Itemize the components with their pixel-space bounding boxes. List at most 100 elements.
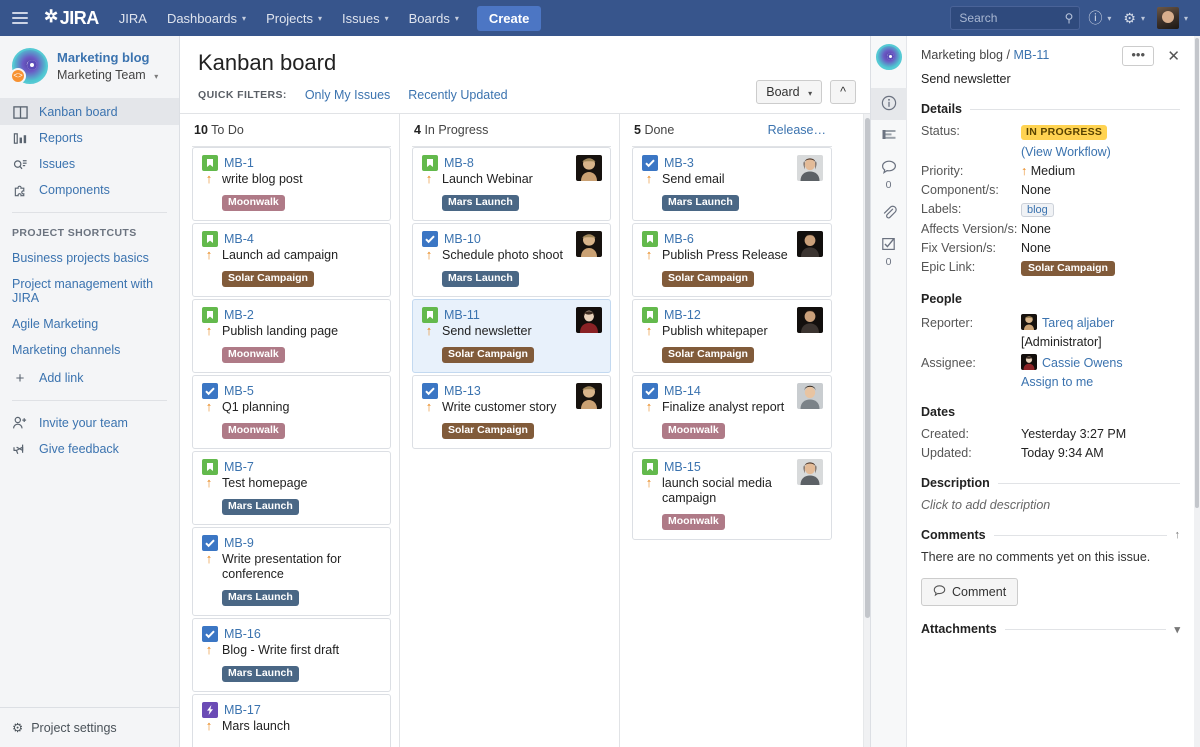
settings-menu-button[interactable]: ⚙ ▾	[1119, 10, 1149, 27]
card-epic-tag[interactable]: Mars Launch	[222, 499, 299, 515]
rail-tab-comments[interactable]: 0	[871, 152, 907, 197]
issue-more-actions-button[interactable]: •••	[1122, 46, 1154, 66]
card-epic-tag[interactable]: Solar Campaign	[222, 271, 314, 287]
card-key[interactable]: MB-10	[444, 232, 481, 246]
board-card[interactable]: MB-3 ↑ Send email Mars Launch	[632, 147, 832, 221]
view-workflow-link[interactable]: (View Workflow)	[1021, 145, 1111, 159]
card-epic-tag[interactable]: Moonwalk	[222, 195, 285, 211]
label-chip[interactable]: blog	[1021, 203, 1054, 217]
assign-to-me-link[interactable]: Assign to me	[1021, 375, 1093, 389]
nav-item-issues[interactable]: Issues ▾	[332, 0, 399, 36]
breadcrumb-project[interactable]: Marketing blog	[921, 48, 1003, 62]
card-key[interactable]: MB-12	[664, 308, 701, 322]
nav-item-boards[interactable]: Boards ▾	[399, 0, 469, 36]
nav-brand-jira[interactable]: JIRA	[109, 0, 157, 36]
release-link[interactable]: Release…	[768, 123, 826, 137]
sidebar-invite-your-team[interactable]: Invite your team	[0, 410, 179, 436]
sidebar-item-kanban-board[interactable]: Kanban board	[0, 99, 179, 125]
sidebar-shortcut-business-projects-basics[interactable]: Business projects basics	[0, 245, 179, 271]
collapse-header-button[interactable]: ^	[830, 80, 856, 104]
card-key[interactable]: MB-8	[444, 156, 474, 170]
board-card[interactable]: MB-1 ↑ write blog post Moonwalk	[192, 147, 391, 221]
board-card[interactable]: MB-4 ↑ Launch ad campaign Solar Campaign	[192, 223, 391, 297]
sidebar-shortcut-agile-marketing[interactable]: Agile Marketing	[0, 311, 179, 337]
board-card[interactable]: MB-2 ↑ Publish landing page Moonwalk	[192, 299, 391, 373]
board-card[interactable]: MB-7 ↑ Test homepage Mars Launch	[192, 451, 391, 525]
card-key[interactable]: MB-17	[224, 703, 261, 717]
board-card-selected[interactable]: MB-11 ↑ Send newsletter Solar Campaign	[412, 299, 611, 373]
card-key[interactable]: MB-9	[224, 536, 254, 550]
project-settings-button[interactable]: ⚙ Project settings	[0, 707, 179, 747]
card-key[interactable]: MB-11	[444, 308, 480, 322]
board-card[interactable]: MB-17 ↑ Mars launch	[192, 694, 391, 747]
assignee-avatar[interactable]	[576, 383, 602, 409]
profile-menu-button[interactable]: ▾	[1153, 7, 1192, 29]
board-card[interactable]: MB-6 ↑ Publish Press Release Solar Campa…	[632, 223, 832, 297]
card-epic-tag[interactable]: Solar Campaign	[442, 423, 534, 439]
assignee-avatar[interactable]	[576, 307, 602, 333]
board-vertical-scrollbar[interactable]	[863, 114, 870, 747]
breadcrumb-issue-key[interactable]: MB-11	[1013, 48, 1049, 62]
sidebar-give-feedback[interactable]: Give feedback	[0, 436, 179, 462]
card-key[interactable]: MB-15	[664, 460, 701, 474]
card-key[interactable]: MB-4	[224, 232, 254, 246]
card-epic-tag[interactable]: Mars Launch	[222, 590, 299, 606]
card-epic-tag[interactable]: Moonwalk	[222, 347, 285, 363]
nav-item-dashboards[interactable]: Dashboards ▾	[157, 0, 256, 36]
quick-filter-only-my-issues[interactable]: Only My Issues	[305, 88, 390, 102]
rail-tab-subtasks[interactable]: 0	[871, 229, 907, 274]
card-key[interactable]: MB-14	[664, 384, 701, 398]
card-key[interactable]: MB-1	[224, 156, 254, 170]
card-key[interactable]: MB-5	[224, 384, 254, 398]
sidebar-shortcut-project-management-with-jira[interactable]: Project management with JIRA	[0, 271, 179, 311]
search-box[interactable]: ⚲	[950, 6, 1081, 30]
board-card[interactable]: MB-5 ↑ Q1 planning Moonwalk	[192, 375, 391, 449]
card-key[interactable]: MB-3	[664, 156, 694, 170]
card-epic-tag[interactable]: Mars Launch	[222, 666, 299, 682]
detail-vertical-scrollbar[interactable]	[1194, 36, 1200, 747]
add-comment-button[interactable]: Comment	[921, 578, 1019, 606]
assignee-avatar[interactable]	[797, 459, 823, 485]
assignee-avatar[interactable]	[576, 231, 602, 257]
card-epic-tag[interactable]: Solar Campaign	[662, 347, 754, 363]
description-placeholder[interactable]: Click to add description	[921, 498, 1180, 512]
app-switcher-hamburger-icon[interactable]	[0, 0, 40, 36]
card-key[interactable]: MB-2	[224, 308, 254, 322]
create-button[interactable]: Create	[476, 5, 542, 31]
board-card[interactable]: MB-8 ↑ Launch Webinar Mars Launch	[412, 147, 611, 221]
board-card[interactable]: MB-14 ↑ Finalize analyst report Moonwalk	[632, 375, 832, 449]
close-icon[interactable]: ✕	[1167, 47, 1180, 65]
board-card[interactable]: MB-13 ↑ Write customer story Solar Campa…	[412, 375, 611, 449]
sidebar-shortcut-marketing-channels[interactable]: Marketing channels	[0, 337, 179, 363]
assignee-avatar[interactable]	[797, 155, 823, 181]
reporter-name[interactable]: Tareq aljaber	[1042, 316, 1114, 330]
epic-link-chip[interactable]: Solar Campaign	[1021, 261, 1115, 276]
nav-item-projects[interactable]: Projects ▾	[256, 0, 332, 36]
project-header[interactable]: <> Marketing blog Marketing Team ▾	[0, 36, 179, 99]
rail-tab-details[interactable]	[870, 88, 907, 120]
board-card[interactable]: MB-12 ↑ Publish whitepaper Solar Campaig…	[632, 299, 832, 373]
board-menu-button[interactable]: Board ▾	[756, 80, 823, 104]
chevron-up-icon[interactable]: ↑	[1175, 529, 1181, 541]
assignee-avatar[interactable]	[797, 231, 823, 257]
sidebar-item-components[interactable]: Components	[0, 177, 179, 203]
quick-filter-recently-updated[interactable]: Recently Updated	[408, 88, 507, 102]
assignee-avatar[interactable]	[797, 383, 823, 409]
assignee-avatar[interactable]	[576, 155, 602, 181]
board-card[interactable]: MB-10 ↑ Schedule photo shoot Mars Launch	[412, 223, 611, 297]
search-input[interactable]	[951, 11, 1080, 25]
board-card[interactable]: MB-16 ↑ Blog - Write first draft Mars La…	[192, 618, 391, 692]
card-epic-tag[interactable]: Mars Launch	[442, 195, 519, 211]
card-key[interactable]: MB-13	[444, 384, 481, 398]
project-team-selector[interactable]: Marketing Team ▾	[57, 68, 158, 82]
card-epic-tag[interactable]: Moonwalk	[222, 423, 285, 439]
assignee-name[interactable]: Cassie Owens	[1042, 356, 1123, 370]
project-name[interactable]: Marketing blog	[57, 50, 158, 65]
card-epic-tag[interactable]: Solar Campaign	[662, 271, 754, 287]
sidebar-add-link-button[interactable]: + Add link	[0, 365, 179, 391]
status-badge[interactable]: IN PROGRESS	[1021, 125, 1108, 140]
rail-tab-attachments[interactable]	[871, 197, 907, 229]
card-epic-tag[interactable]: Mars Launch	[442, 271, 519, 287]
card-epic-tag[interactable]: Mars Launch	[662, 195, 739, 211]
assignee-avatar[interactable]	[797, 307, 823, 333]
